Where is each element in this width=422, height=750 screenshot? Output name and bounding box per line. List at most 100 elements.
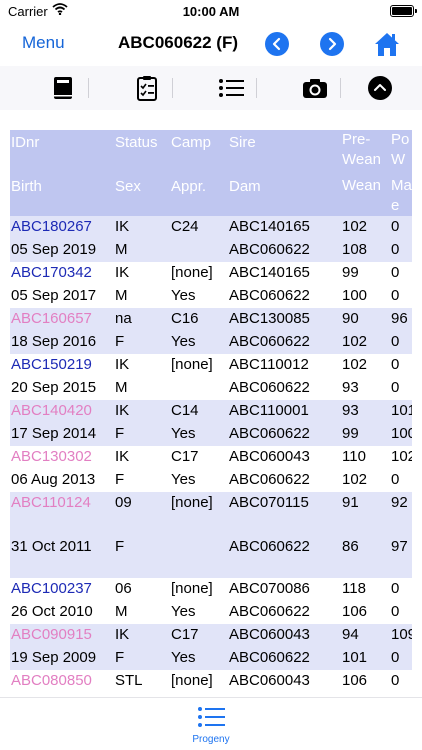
cell-pre: 100: [342, 287, 368, 304]
cell-po: 0: [391, 218, 400, 235]
progeny-id-link[interactable]: ABC180267: [11, 218, 92, 235]
cell-sire: ABC140165: [229, 218, 310, 235]
next-button[interactable]: [320, 32, 344, 56]
progeny-id-link[interactable]: ABC150219: [11, 356, 92, 373]
list-icon: [198, 707, 225, 727]
progeny-id-link[interactable]: ABC160657: [11, 310, 92, 327]
table-row[interactable]: ABC080850 STL [none] ABC060043 106 0: [10, 670, 412, 690]
table-header: IDnr Status Camp Sire Pre- Wean Po W Birth Sex A…: [10, 130, 412, 216]
toolbar: [0, 66, 422, 110]
cell-status: M: [115, 287, 128, 304]
cell-sire: ABC060622: [229, 241, 310, 258]
cell-id: 06 Aug 2013: [11, 471, 96, 488]
cell-status: IK: [115, 218, 130, 235]
tab-bar: Progeny: [0, 697, 422, 750]
cell-camp: [none]: [171, 672, 213, 689]
cell-pre: 102: [342, 471, 368, 488]
cell-po: 0: [391, 264, 400, 281]
column-header-status: Status: [115, 134, 158, 151]
camera-button[interactable]: [301, 74, 329, 102]
cell-po: 109: [391, 626, 412, 643]
table-row[interactable]: ABC170342 IK [none] ABC140165 99 0 05 Sep 2017…: [10, 262, 412, 308]
cell-sire: ABC110012: [229, 356, 309, 373]
toolbar-divider: [172, 78, 173, 98]
collapse-button[interactable]: [366, 74, 394, 102]
previous-button[interactable]: [265, 32, 289, 56]
progeny-id-link[interactable]: ABC080850: [11, 672, 92, 689]
progeny-tab-label: Progeny: [192, 734, 230, 745]
column-header-pre: Wean: [342, 177, 381, 194]
cell-po: 0: [391, 379, 400, 396]
cell-po: 0: [391, 287, 400, 304]
progeny-id-link[interactable]: ABC090915: [11, 626, 92, 643]
cell-po: 0: [391, 649, 400, 666]
table-row[interactable]: ABC090915 IK C17 ABC060043 94 109 19 Sep 2009 F…: [10, 624, 412, 670]
table-row[interactable]: ABC150219 IK [none] ABC110012 102 0 20 Sep 201…: [10, 354, 412, 400]
cell-sire: ABC060622: [229, 379, 310, 396]
list-icon: [219, 79, 244, 97]
cell-status: IK: [115, 356, 130, 373]
cell-po: 0: [391, 580, 400, 597]
cell-po: 0: [391, 471, 400, 488]
cell-status: IK: [115, 402, 130, 419]
cell-id: 17 Sep 2014: [11, 425, 97, 442]
progeny-table[interactable]: IDnr Status Camp Sire Pre- Wean Po W Birth Sex A…: [10, 130, 412, 690]
list-button[interactable]: [217, 74, 245, 102]
cell-sire: ABC060622: [229, 649, 310, 666]
table-row[interactable]: ABC130302 IK C17 ABC060043 110 102 06 Aug 2013…: [10, 446, 412, 492]
cell-sire: ABC060622: [229, 471, 310, 488]
cell-camp: Yes: [171, 603, 196, 620]
cell-sire: ABC060622: [229, 287, 310, 304]
toolbar-divider: [88, 78, 89, 98]
progeny-id-link[interactable]: ABC100237: [11, 580, 92, 597]
cell-sire: ABC110001: [229, 402, 309, 419]
cell-status: F: [115, 649, 125, 666]
cell-sire: ABC060043: [229, 672, 310, 689]
book-icon: [54, 77, 72, 99]
progeny-id-link[interactable]: ABC140420: [11, 402, 92, 419]
progeny-id-link[interactable]: ABC130302: [11, 448, 92, 465]
column-header-sire: Sire: [229, 134, 256, 151]
checklist-button[interactable]: [133, 74, 161, 102]
cell-po: 101: [391, 402, 412, 419]
cell-status: F: [115, 471, 125, 488]
cell-camp: Yes: [171, 649, 196, 666]
progeny-id-link[interactable]: ABC170342: [11, 264, 92, 281]
cell-sire: ABC130085: [229, 310, 310, 327]
cell-id: 05 Sep 2017: [11, 287, 97, 304]
progeny-tab[interactable]: [197, 706, 225, 728]
cell-id: 26 Oct 2010: [11, 603, 93, 620]
cell-status: na: [115, 310, 132, 327]
status-time: 10:00 AM: [182, 4, 240, 19]
toolbar-divider: [340, 78, 341, 98]
cell-id: 19 Sep 2009: [11, 649, 97, 666]
table-row[interactable]: ABC180267 IK C24 ABC140165 102 0 05 Sep 2019 M A…: [10, 216, 412, 262]
progeny-id-link[interactable]: ABC110124: [11, 494, 91, 511]
cell-sire: ABC060622: [229, 425, 310, 442]
cell-id: 18 Sep 2016: [11, 333, 97, 350]
cell-pre: 106: [342, 672, 368, 689]
book-button[interactable]: [49, 74, 77, 102]
cell-status: 06: [115, 580, 132, 597]
cell-status: 09: [115, 494, 132, 511]
table-row[interactable]: ABC160657 na C16 ABC130085 90 96 18 Sep 2016 F Y…: [10, 308, 412, 354]
column-header-camp: Appr.: [171, 178, 207, 195]
table-row[interactable]: ABC100237 06 [none] ABC070086 118 0 26 Oct 201…: [10, 578, 412, 624]
column-header-po: Po W: [391, 131, 410, 168]
cell-po: 102: [391, 448, 412, 465]
cell-id: 31 Oct 2011: [11, 538, 92, 555]
cell-pre: 110: [342, 448, 366, 465]
cell-status: M: [115, 241, 128, 258]
home-icon: [375, 33, 399, 56]
table-row[interactable]: ABC110124 09 [none] ABC070115 91 92 31 Oct 201…: [10, 492, 412, 578]
cell-pre: 118: [342, 580, 366, 597]
cell-status: IK: [115, 448, 130, 465]
cell-po: 100: [391, 425, 412, 442]
cell-camp: [none]: [171, 264, 213, 281]
menu-button[interactable]: Menu: [22, 33, 65, 53]
column-header-status: Sex: [115, 178, 141, 195]
home-button[interactable]: [373, 30, 401, 58]
column-header-pre: Pre- Wean: [342, 131, 381, 168]
table-row[interactable]: ABC140420 IK C14 ABC110001 93 101 17 Sep 2014 F…: [10, 400, 412, 446]
cell-camp: [none]: [171, 494, 213, 511]
